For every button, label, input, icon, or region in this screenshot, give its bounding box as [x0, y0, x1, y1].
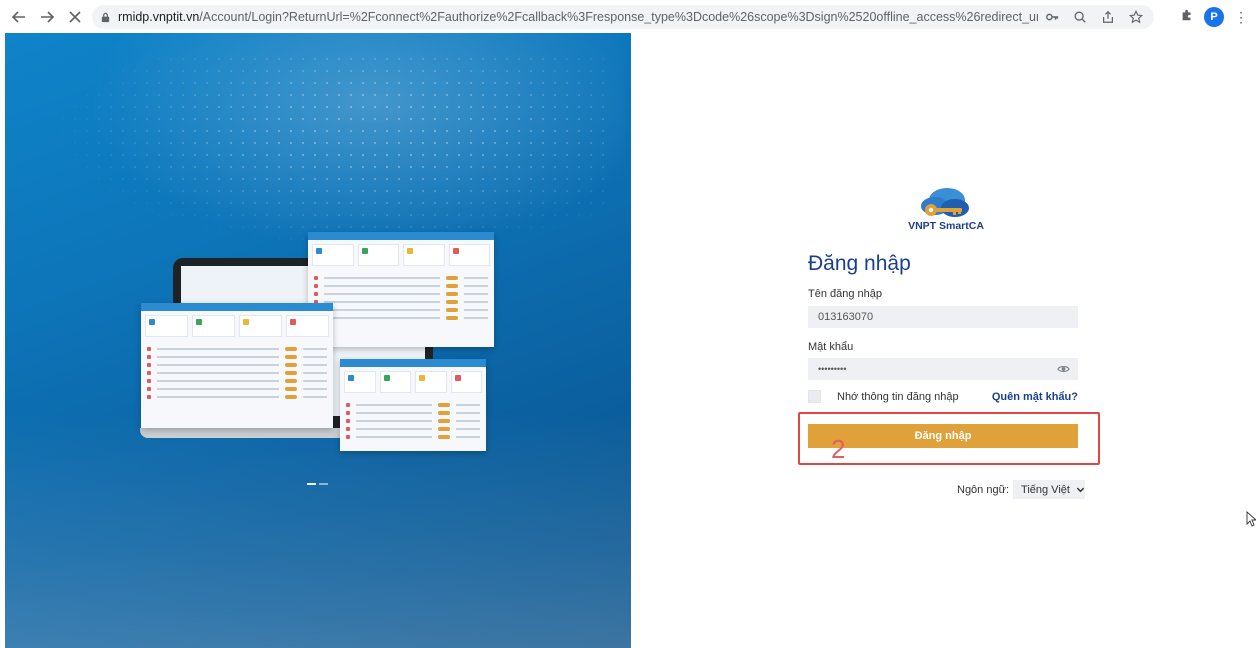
- password-label: Mật khẩu: [808, 341, 854, 353]
- dashboard-preview-bottom: [340, 359, 486, 451]
- password-value: •••••••••: [818, 364, 847, 374]
- url-path: /Account/Login?ReturnUrl=%2Fconnect%2Fau…: [199, 10, 1038, 24]
- carousel-dot[interactable]: [319, 483, 328, 485]
- language-select[interactable]: Tiếng Việt: [1013, 480, 1086, 499]
- key-icon[interactable]: [1044, 9, 1060, 25]
- url-text[interactable]: rmidp.vnptit.vn/Account/Login?ReturnUrl=…: [118, 10, 1038, 24]
- language-value: Tiếng Việt: [1021, 483, 1070, 496]
- carousel-indicator[interactable]: [307, 483, 328, 485]
- hero-banner: [5, 33, 631, 648]
- language-label: Ngôn ngữ:: [957, 483, 1010, 496]
- dashboard-preview-top: [308, 232, 494, 347]
- extensions-puzzle-icon[interactable]: [1180, 8, 1194, 27]
- back-icon[interactable]: [8, 6, 30, 28]
- chevron-down-icon: [1076, 487, 1085, 493]
- username-label: Tên đăng nhập: [808, 288, 883, 300]
- url-host: rmidp.vnptit.vn: [118, 10, 200, 24]
- remember-checkbox[interactable]: [808, 390, 821, 403]
- address-bar[interactable]: rmidp.vnptit.vn/Account/Login?ReturnUrl=…: [92, 5, 1154, 29]
- show-password-eye-icon[interactable]: [1057, 363, 1070, 375]
- bookmark-star-icon[interactable]: [1128, 9, 1144, 25]
- hero-background-photo: [5, 413, 631, 648]
- password-input[interactable]: •••••••••: [808, 358, 1078, 380]
- zoom-icon[interactable]: [1072, 9, 1088, 25]
- dashboard-preview-left: [141, 303, 333, 428]
- remember-label: Nhớ thông tin đăng nhập: [837, 390, 959, 403]
- username-input[interactable]: [808, 306, 1078, 328]
- carousel-dot-active[interactable]: [307, 483, 316, 485]
- hero-dot-pattern: [45, 53, 605, 253]
- share-icon[interactable]: [1100, 9, 1116, 25]
- mouse-cursor-icon: [1246, 511, 1256, 527]
- stop-loading-icon[interactable]: [64, 6, 86, 28]
- profile-avatar[interactable]: P: [1204, 7, 1224, 27]
- brand-name: VNPT SmartCA: [908, 220, 984, 232]
- annotation-step-number: 2: [831, 434, 846, 464]
- page-title: Đăng nhập: [808, 252, 911, 275]
- browser-toolbar: rmidp.vnptit.vn/Account/Login?ReturnUrl=…: [0, 0, 1259, 33]
- lock-icon[interactable]: [100, 11, 112, 23]
- language-selector: Ngôn ngữ: Tiếng Việt: [957, 480, 1086, 499]
- menu-kebab-icon[interactable]: ⋮: [1234, 10, 1248, 24]
- remember-me[interactable]: Nhớ thông tin đăng nhập: [808, 390, 959, 403]
- forgot-password-link[interactable]: Quên mật khẩu?: [992, 391, 1078, 403]
- forward-icon[interactable]: [36, 6, 58, 28]
